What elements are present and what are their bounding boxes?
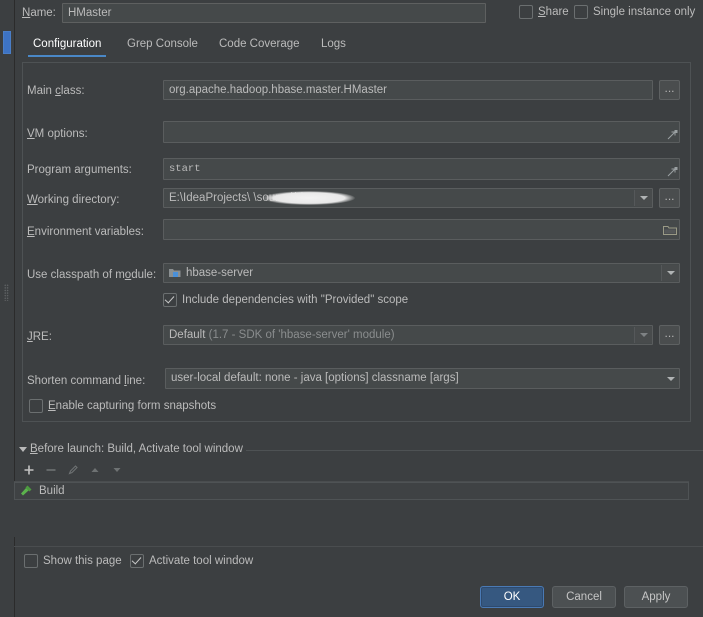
activate-tool-window-checkbox[interactable]: Activate tool window <box>130 554 253 568</box>
share-label-rest: hare <box>545 6 569 18</box>
before-launch-divider <box>246 450 703 451</box>
bottom-separator <box>14 546 703 547</box>
include-provided-scope-checkbox[interactable]: Include dependencies with "Provided" sco… <box>163 293 408 307</box>
jre-label-mnemonic: J <box>27 331 33 343</box>
jre-browse-button[interactable]: ... <box>659 325 680 345</box>
jre-hint: (1.7 - SDK of 'hbase-server' module) <box>208 329 395 341</box>
working-directory-label-mnemonic: W <box>27 194 38 206</box>
program-arguments-label-mnemonic: g <box>84 164 91 176</box>
collapse-triangle-icon[interactable] <box>19 447 27 452</box>
jre-combo-arrow[interactable] <box>634 327 652 343</box>
show-this-page-checkbox[interactable]: Show this page <box>24 554 122 568</box>
tab-logs[interactable]: Logs <box>312 33 355 57</box>
working-directory-label: Working directory: <box>27 194 120 206</box>
share-checkbox-label: Share <box>538 6 569 18</box>
expand-icon[interactable] <box>666 129 678 141</box>
task-label: Build <box>39 485 65 497</box>
name-label-rest: ame: <box>30 7 56 19</box>
show-this-page-checkbox-box <box>24 554 38 568</box>
remove-task-button[interactable] <box>42 461 60 479</box>
name-row: Name: Share Single instance only <box>22 3 695 25</box>
name-input[interactable] <box>62 3 486 23</box>
path-redaction-scribble <box>263 191 355 205</box>
main-class-label-mnemonic: c <box>55 85 61 97</box>
jre-label: JRE: <box>27 331 52 343</box>
module-combo-arrow[interactable] <box>661 265 679 281</box>
working-directory-input[interactable]: E:\IdeaProjects\ \source\hbase <box>163 188 653 208</box>
single-instance-only-checkbox[interactable]: Single instance only <box>574 5 695 19</box>
environment-variables-label: Environment variables: <box>27 226 144 238</box>
cancel-button[interactable]: Cancel <box>552 586 616 608</box>
move-down-button[interactable] <box>108 461 126 479</box>
capture-snapshots-mnemonic: E <box>48 400 56 412</box>
main-class-browse-button[interactable]: ... <box>659 80 680 100</box>
capture-snapshots-checkbox-box <box>29 399 43 413</box>
expand-icon[interactable] <box>666 166 678 178</box>
activate-tool-window-label: Activate tool window <box>149 555 254 567</box>
program-arguments-label: Program arguments: <box>27 164 132 176</box>
main-class-label: Main class: <box>27 85 85 97</box>
edit-task-button[interactable] <box>64 461 82 479</box>
main-class-input[interactable]: org.apache.hadoop.hbase.master.HMaster <box>163 80 653 100</box>
share-checkbox[interactable]: Share <box>519 5 569 19</box>
single-instance-checkbox-label: Single instance only <box>593 6 696 18</box>
tab-bar: Configuration Grep Console Code Coverage… <box>14 33 703 57</box>
shorten-command-line-mnemonic: l <box>124 375 127 387</box>
use-classpath-of-module-combo[interactable]: hbase-server <box>163 263 680 283</box>
hammer-icon <box>19 484 33 498</box>
environment-variables-label-mnemonic: E <box>27 226 35 238</box>
environment-variables-input[interactable] <box>163 219 680 240</box>
left-splitter-strip[interactable] <box>0 0 15 617</box>
splitter-grip-handle[interactable] <box>4 284 9 301</box>
use-classpath-of-module-label: Use classpath of module: <box>27 269 157 281</box>
before-launch-header[interactable]: Before launch: Build, Activate tool wind… <box>14 443 703 457</box>
before-launch-task-list[interactable]: Build <box>14 481 689 537</box>
enable-capturing-form-snapshots-checkbox[interactable]: Enable capturing form snapshots <box>29 399 216 413</box>
activate-tool-window-checkbox-box <box>130 554 144 568</box>
use-classpath-label-mnemonic: o <box>124 269 132 281</box>
shorten-command-line-arrow[interactable] <box>662 370 679 387</box>
before-launch-title: Before launch: Build, Activate tool wind… <box>30 443 243 455</box>
before-launch-toolbar <box>20 461 220 481</box>
move-up-button[interactable] <box>86 461 104 479</box>
configuration-tree-selection-marker <box>4 32 10 53</box>
share-mnemonic: S <box>538 6 546 18</box>
tab-code-coverage[interactable]: Code Coverage <box>210 33 309 57</box>
module-value: hbase-server <box>186 267 254 279</box>
tab-configuration[interactable]: Configuration <box>24 33 110 57</box>
jre-value: Default <box>169 329 206 341</box>
apply-button[interactable]: Apply <box>624 586 688 608</box>
vm-options-input[interactable] <box>163 121 680 143</box>
add-task-button[interactable] <box>20 461 38 479</box>
shorten-command-line-label: Shorten command line: <box>27 375 146 387</box>
folder-icon[interactable] <box>663 224 677 236</box>
capture-snapshots-checkbox-label: Enable capturing form snapshots <box>48 400 217 412</box>
before-launch-title-rest: efore launch: Build, Activate tool windo… <box>37 443 243 455</box>
working-directory-browse-button[interactable]: ... <box>659 188 680 208</box>
module-icon <box>168 267 182 279</box>
program-arguments-input[interactable]: start <box>163 158 680 180</box>
list-item[interactable]: Build <box>14 482 689 500</box>
working-directory-history-arrow[interactable] <box>634 190 652 206</box>
include-provided-checkbox-box <box>163 293 177 307</box>
jre-combo[interactable]: Default (1.7 - SDK of 'hbase-server' mod… <box>163 325 653 345</box>
vm-options-label: VM options: <box>27 128 88 140</box>
before-launch-mnemonic: B <box>30 443 38 455</box>
ok-button[interactable]: OK <box>480 586 544 608</box>
tab-grep-console[interactable]: Grep Console <box>118 33 207 57</box>
include-provided-checkbox-label: Include dependencies with "Provided" sco… <box>182 294 409 306</box>
shorten-command-line-combo[interactable]: user-local default: none - java [options… <box>165 368 680 389</box>
show-this-page-label: Show this page <box>43 555 122 567</box>
vm-options-label-mnemonic: V <box>27 128 35 140</box>
shorten-command-line-value: user-local default: none - java [options… <box>171 372 459 384</box>
name-label: Name: <box>22 7 56 19</box>
single-instance-checkbox-box <box>574 5 588 19</box>
share-checkbox-box <box>519 5 533 19</box>
configuration-panel: Main class: org.apache.hadoop.hbase.mast… <box>22 62 691 422</box>
